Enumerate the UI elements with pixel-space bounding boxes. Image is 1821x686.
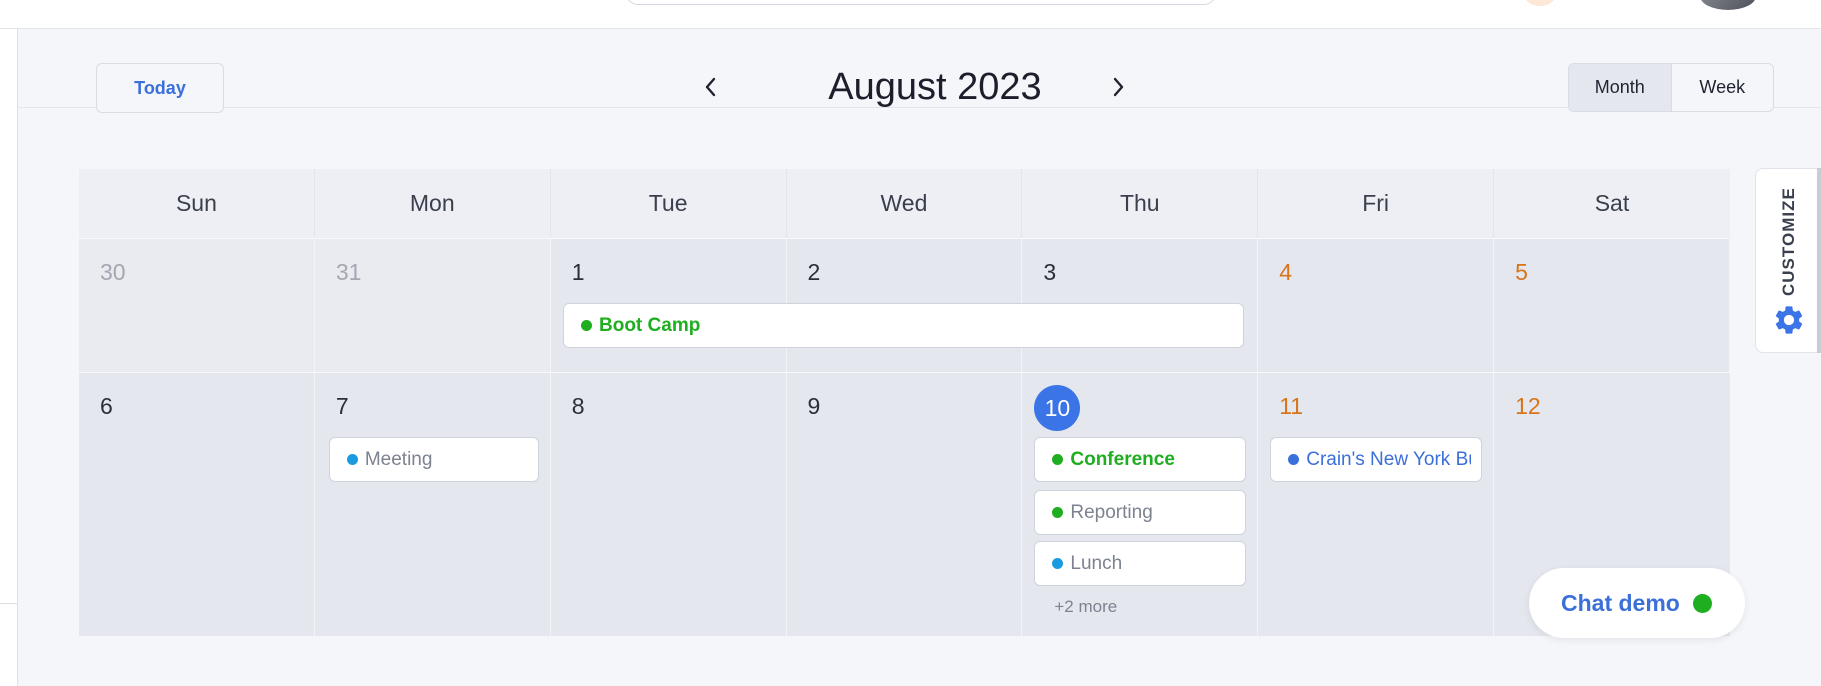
date-number: 11 xyxy=(1279,393,1304,419)
calendar-toolbar: Today August 2023 Month Week xyxy=(18,29,1821,113)
day-cell[interactable]: 8 xyxy=(550,373,787,636)
notification-badge[interactable] xyxy=(1525,0,1555,6)
weekday-header: Sun Mon Tue Wed Thu Fri Sat xyxy=(79,169,1730,238)
date-number: 9 xyxy=(807,393,821,419)
day-cell[interactable]: 31 xyxy=(314,239,551,372)
weekday-label: Sun xyxy=(79,169,315,238)
event-label: Boot Camp xyxy=(599,314,701,336)
month-view-button[interactable]: Month xyxy=(1569,64,1671,111)
event-label: Crain's New York Business xyxy=(1306,448,1471,470)
day-cell[interactable]: 11 Crain's New York Business xyxy=(1258,373,1495,636)
chevron-right-icon[interactable] xyxy=(1101,69,1135,105)
top-bar xyxy=(0,0,1821,29)
day-cell[interactable]: 9 xyxy=(786,373,1023,636)
event-boot-camp[interactable]: Boot Camp xyxy=(563,303,1244,348)
avatar[interactable] xyxy=(1700,0,1756,10)
chat-demo-button[interactable]: Chat demo xyxy=(1529,568,1745,638)
date-number: 8 xyxy=(571,393,585,419)
event-reporting[interactable]: Reporting xyxy=(1034,490,1247,535)
date-number: 5 xyxy=(1515,259,1528,285)
day-cell[interactable]: 7 Meeting xyxy=(314,373,551,636)
chevron-left-icon[interactable] xyxy=(694,69,728,105)
date-number: 1 xyxy=(571,259,585,285)
event-dot xyxy=(1052,558,1064,569)
event-crains[interactable]: Crain's New York Business xyxy=(1270,437,1483,482)
weekday-label: Thu xyxy=(1022,169,1259,238)
event-lunch[interactable]: Lunch xyxy=(1034,541,1247,586)
week-view-button[interactable]: Week xyxy=(1670,64,1774,111)
date-number: 4 xyxy=(1279,259,1293,285)
event-dot xyxy=(1052,454,1064,465)
day-cell[interactable]: 4 xyxy=(1258,239,1495,372)
today-date-badge: 10 xyxy=(1034,385,1081,431)
event-label: Lunch xyxy=(1070,552,1123,574)
gear-icon xyxy=(1775,306,1803,334)
event-dot xyxy=(581,320,592,331)
event-dot xyxy=(346,454,358,465)
week-row: 30 31 1 2 3 4 5 Boot Camp xyxy=(79,238,1730,372)
date-number: 3 xyxy=(1043,259,1057,285)
scrollbar[interactable] xyxy=(1817,168,1821,353)
search-bar[interactable] xyxy=(625,0,1217,5)
weekday-label: Fri xyxy=(1258,169,1495,238)
event-label: Meeting xyxy=(364,448,433,470)
date-number: 12 xyxy=(1515,393,1541,419)
weekday-label: Wed xyxy=(787,169,1023,238)
sidebar-edge xyxy=(0,29,18,686)
weekday-label: Sat xyxy=(1594,190,1630,216)
customize-label: CUSTOMIZE xyxy=(1779,187,1798,297)
today-button[interactable]: Today xyxy=(96,63,224,113)
date-number: 31 xyxy=(335,259,362,285)
month-calendar: Sun Mon Tue Wed Thu Fri Sat 30 31 1 2 3 … xyxy=(79,169,1730,636)
event-meeting[interactable]: Meeting xyxy=(328,437,539,482)
date-number: 30 xyxy=(100,259,126,285)
weekday-label: Tue xyxy=(551,169,787,238)
day-cell-today[interactable]: 10 Conference Reporting Lunch +2 more xyxy=(1022,373,1259,636)
week-row: 6 7 Meeting 8 9 10 Conference Reporting xyxy=(79,372,1730,636)
sidebar-divider xyxy=(0,603,18,604)
view-toggle: Month Week xyxy=(1568,63,1774,112)
chat-demo-label: Chat demo xyxy=(1561,589,1680,616)
event-dot xyxy=(1288,454,1300,465)
day-cell[interactable]: 5 xyxy=(1494,239,1730,372)
day-cell[interactable]: 30 xyxy=(79,239,315,372)
event-conference[interactable]: Conference xyxy=(1034,437,1247,482)
weekday-label: Mon xyxy=(315,169,551,238)
page-title: August 2023 xyxy=(828,66,1042,108)
date-number: 2 xyxy=(807,259,821,285)
online-status-dot xyxy=(1692,593,1712,613)
more-events-link[interactable]: +2 more xyxy=(1054,597,1117,617)
event-label: Reporting xyxy=(1070,501,1153,523)
event-dot xyxy=(1052,507,1064,518)
day-cell[interactable]: 6 xyxy=(79,373,315,636)
date-number: 7 xyxy=(335,393,349,419)
date-number: 6 xyxy=(100,393,113,419)
customize-tab[interactable]: CUSTOMIZE xyxy=(1755,168,1821,353)
event-label: Conference xyxy=(1070,448,1175,470)
